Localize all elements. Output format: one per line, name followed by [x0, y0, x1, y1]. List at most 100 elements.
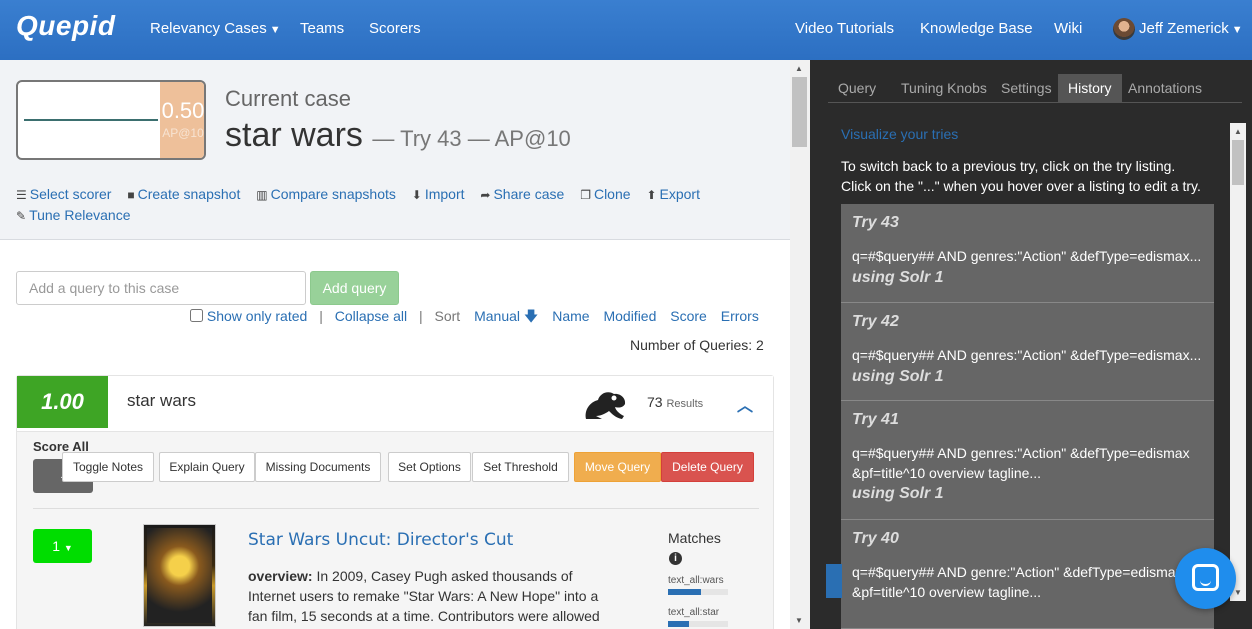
user-menu[interactable]: Jeff Zemerick ▼ [1139, 20, 1243, 37]
sort-modified[interactable]: Modified [603, 308, 656, 324]
nav-knowledge-base[interactable]: Knowledge Base [920, 20, 1033, 37]
chevron-down-icon: ▼ [1231, 24, 1243, 36]
explain-query-button[interactable]: Explain Query [159, 452, 255, 482]
clone-button[interactable]: ❐ Clone [580, 184, 630, 205]
help-line: Click on the "..." when you hover over a… [841, 178, 1201, 194]
scrollbar-thumb[interactable] [792, 77, 807, 147]
history-help: To switch back to a previous try, click … [841, 156, 1221, 196]
sort-manual-label: Manual [474, 308, 521, 324]
sort-score[interactable]: Score [670, 308, 707, 324]
try-engine: using Solr 1 [852, 368, 944, 385]
tab-query[interactable]: Query [828, 74, 886, 102]
visualize-tries-link[interactable]: Visualize your tries [841, 126, 958, 142]
main-scrollbar[interactable]: ▲ ▼ [790, 60, 810, 629]
create-snapshot-label: Create snapshot [137, 186, 241, 202]
doc-title[interactable]: Star Wars Uncut: Director's Cut [248, 530, 513, 550]
main-panel: 0.50 AP@10 Current case star wars — Try … [0, 60, 790, 629]
user-name: Jeff Zemerick [1139, 20, 1229, 37]
field-match-label: text_all:wars [668, 575, 724, 586]
caret-down-icon: ▼ [63, 543, 73, 553]
add-query-input[interactable] [16, 271, 306, 305]
nav-scorers[interactable]: Scorers [369, 20, 421, 37]
nav-video-tutorials[interactable]: Video Tutorials [795, 20, 894, 37]
brand-logo[interactable]: Quepid [16, 10, 115, 42]
scroll-down-icon[interactable]: ▼ [1234, 588, 1242, 597]
case-score-box: 0.50 AP@10 [16, 80, 206, 160]
tune-relevance-button[interactable]: ✎ Tune Relevance [16, 205, 131, 226]
chevron-up-icon[interactable]: ︿ [737, 392, 753, 416]
field-match-label: text_all:star [668, 607, 720, 618]
query-header[interactable]: 1.00 star wars 73 Results ︿ [17, 376, 773, 432]
info-icon[interactable]: i [669, 552, 682, 565]
field-match-bar [668, 621, 728, 627]
sort-errors[interactable]: Errors [721, 308, 759, 324]
nav-teams[interactable]: Teams [300, 20, 344, 37]
set-options-button[interactable]: Set Options [388, 452, 471, 482]
current-case-label: Current case [225, 86, 351, 111]
results-count: 73 Results [647, 394, 703, 410]
divider [33, 508, 759, 509]
avatar[interactable] [1113, 18, 1135, 40]
rating-value: 1 [52, 538, 60, 554]
compare-snapshots-label: Compare snapshots [270, 186, 396, 202]
nav-relevancy-cases[interactable]: Relevancy Cases ▼ [150, 20, 281, 37]
help-line: To switch back to a previous try, click … [841, 158, 1176, 174]
delete-query-button[interactable]: Delete Query [661, 452, 754, 482]
scroll-up-icon[interactable]: ▲ [795, 64, 803, 73]
sort-bar: Show only rated | Collapse all | Sort Ma… [190, 306, 759, 330]
rating-dropdown[interactable]: 1 ▼ [33, 529, 92, 563]
chat-icon [1192, 564, 1219, 591]
scroll-down-icon[interactable]: ▼ [795, 616, 803, 625]
tab-history[interactable]: History [1058, 74, 1122, 102]
bar-chart-icon: ▥ [256, 188, 268, 202]
try-item[interactable]: Try 42 q=#$query## AND genres:"Action" &… [841, 303, 1214, 401]
show-only-rated-label[interactable]: Show only rated [207, 308, 307, 324]
results-number: 73 [647, 394, 663, 410]
camera-icon: ■ [127, 188, 135, 202]
set-threshold-button[interactable]: Set Threshold [472, 452, 569, 482]
share-case-button[interactable]: ➦ Share case [480, 184, 564, 205]
try-item[interactable]: Try 40 q=#$query## AND genre:"Action" &d… [841, 520, 1214, 629]
move-query-button[interactable]: Move Query [574, 452, 661, 482]
case-header: 0.50 AP@10 Current case star wars — Try … [0, 60, 790, 240]
tab-divider [828, 102, 1242, 103]
compare-snapshots-button[interactable]: ▥ Compare snapshots [256, 184, 396, 205]
import-button[interactable]: ⬇ Import [412, 184, 465, 205]
try-engine: using Solr 1 [852, 485, 944, 502]
partial-button[interactable] [826, 564, 842, 598]
field-match-fill [668, 589, 701, 595]
show-only-rated-checkbox[interactable] [190, 309, 203, 322]
create-snapshot-button[interactable]: ■ Create snapshot [127, 184, 240, 205]
frog-icon [585, 392, 626, 419]
tab-annotations[interactable]: Annotations [1118, 74, 1212, 102]
scrollbar-thumb[interactable] [1232, 140, 1244, 185]
chevron-down-icon: ▼ [269, 24, 281, 36]
case-subtitle: — Try 43 — AP@10 [372, 126, 571, 151]
add-query-button[interactable]: Add query [310, 271, 399, 305]
arrow-down-icon: 🡇 [523, 308, 539, 324]
sort-name[interactable]: Name [552, 308, 589, 324]
download-icon: ⬇ [411, 188, 422, 202]
try-item[interactable]: Try 41 q=#$query## AND genres:"Action" &… [841, 401, 1214, 520]
movie-poster [143, 524, 216, 627]
try-name: Try 40 [852, 530, 899, 547]
tab-settings[interactable]: Settings [991, 74, 1062, 102]
missing-documents-button[interactable]: Missing Documents [255, 452, 381, 482]
select-scorer-button[interactable]: ☰ Select scorer [16, 184, 111, 205]
nav-relevancy-cases-label: Relevancy Cases [150, 20, 267, 37]
case-title: star wars — Try 43 — AP@10 [225, 116, 571, 155]
history-scrollbar[interactable]: ▲ ▼ [1230, 123, 1246, 601]
chat-launcher-button[interactable] [1175, 548, 1236, 609]
nav-wiki[interactable]: Wiki [1054, 20, 1082, 37]
collapse-all-link[interactable]: Collapse all [335, 308, 407, 324]
case-toolbar: ☰ Select scorer ■ Create snapshot ▥ Compare… [16, 184, 776, 226]
scroll-up-icon[interactable]: ▲ [1234, 127, 1242, 136]
try-query: q=#$query## AND genres:"Action" &defType… [852, 248, 1202, 264]
field-match-bar [668, 589, 728, 595]
sort-manual[interactable]: Manual 🡇 [474, 308, 538, 324]
try-item[interactable]: Try 43 q=#$query## AND genres:"Action" &… [841, 204, 1214, 303]
select-scorer-label: Select scorer [29, 186, 112, 202]
export-button[interactable]: ⬆ Export [646, 184, 700, 205]
toggle-notes-button[interactable]: Toggle Notes [62, 452, 154, 482]
tab-tuning-knobs[interactable]: Tuning Knobs [891, 74, 997, 102]
